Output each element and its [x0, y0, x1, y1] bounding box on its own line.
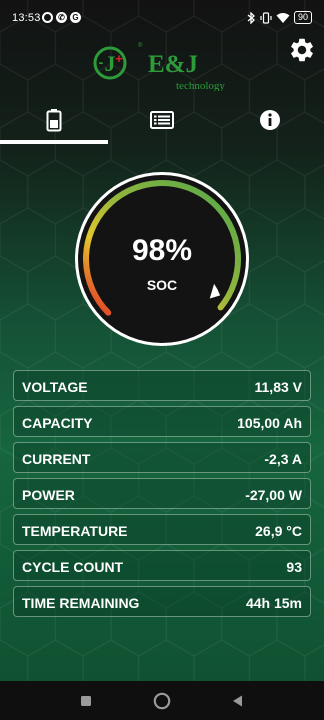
metric-value: 105,00 Ah: [237, 415, 302, 431]
metric-label: CYCLE COUNT: [22, 559, 124, 575]
svg-text:E&J: E&J: [148, 51, 198, 78]
metric-row-cycle-count: CYCLE COUNT 93: [13, 550, 311, 581]
active-tab-indicator: [0, 140, 108, 144]
metric-label: CAPACITY: [22, 415, 93, 431]
tab-info[interactable]: [216, 98, 324, 142]
svg-text:technology: technology: [176, 80, 225, 91]
soc-value: 98%: [131, 234, 193, 267]
battery-icon: [46, 109, 62, 132]
metric-value: 26,9 °C: [255, 523, 302, 539]
svg-text:®: ®: [138, 42, 143, 49]
metric-value: 93: [286, 559, 302, 575]
nav-home-button[interactable]: [150, 689, 174, 713]
status-system-icons: 90: [246, 11, 312, 24]
app-header: J + - ® E&J technology: [0, 36, 324, 94]
notification-app-icon: G: [70, 12, 81, 23]
tab-bar: [0, 98, 324, 144]
recents-square-icon: [81, 696, 91, 706]
system-navigation-bar: [0, 681, 324, 720]
metric-label: TIME REMAINING: [22, 595, 140, 611]
svg-text:-: -: [99, 54, 104, 70]
metric-row-voltage: VOLTAGE 11,83 V: [13, 370, 311, 401]
metric-label: CURRENT: [22, 451, 91, 467]
back-triangle-icon: [233, 695, 242, 707]
wifi-icon: [276, 12, 290, 23]
metric-label: POWER: [22, 487, 75, 503]
metric-row-current: CURRENT -2,3 A: [13, 442, 311, 473]
svg-text:J: J: [105, 51, 116, 76]
metric-label: TEMPERATURE: [22, 523, 128, 539]
nav-back-button[interactable]: [226, 689, 250, 713]
app-screen: 13:53 ✆ G 90 J + - ® E&J technology 98% …: [0, 0, 324, 681]
metric-row-time-remaining: TIME REMAINING 44h 15m: [13, 586, 311, 617]
notification-chat-icon: ✆: [56, 12, 67, 23]
ej-technology-logo: J + - ® E&J technology: [93, 42, 225, 91]
battery-indicator: 90: [293, 11, 312, 24]
tab-battery[interactable]: [0, 98, 108, 142]
settings-gear-icon[interactable]: [288, 36, 316, 64]
list-icon: [150, 111, 174, 129]
vibrate-icon: [260, 11, 272, 24]
tab-list[interactable]: [108, 98, 216, 142]
home-circle-icon: [153, 692, 171, 710]
metric-row-power: POWER -27,00 W: [13, 478, 311, 509]
metric-value: 11,83 V: [254, 379, 303, 395]
nav-recents-button[interactable]: [74, 689, 98, 713]
metric-row-temperature: TEMPERATURE 26,9 °C: [13, 514, 311, 545]
metric-value: -27,00 W: [245, 487, 302, 503]
bluetooth-icon: [247, 11, 255, 24]
status-time: 13:53: [12, 12, 41, 24]
info-icon: [260, 110, 280, 130]
notification-ring-icon: [42, 12, 53, 23]
soc-label: SOC: [146, 277, 178, 293]
status-notification-icons: ✆ G: [42, 12, 81, 23]
svg-text:+: +: [115, 51, 123, 66]
metric-value: -2,3 A: [264, 451, 302, 467]
metric-row-capacity: CAPACITY 105,00 Ah: [13, 406, 311, 437]
status-bar: 13:53 ✆ G 90: [0, 0, 324, 36]
metric-label: VOLTAGE: [22, 379, 88, 395]
metric-value: 44h 15m: [245, 595, 302, 611]
